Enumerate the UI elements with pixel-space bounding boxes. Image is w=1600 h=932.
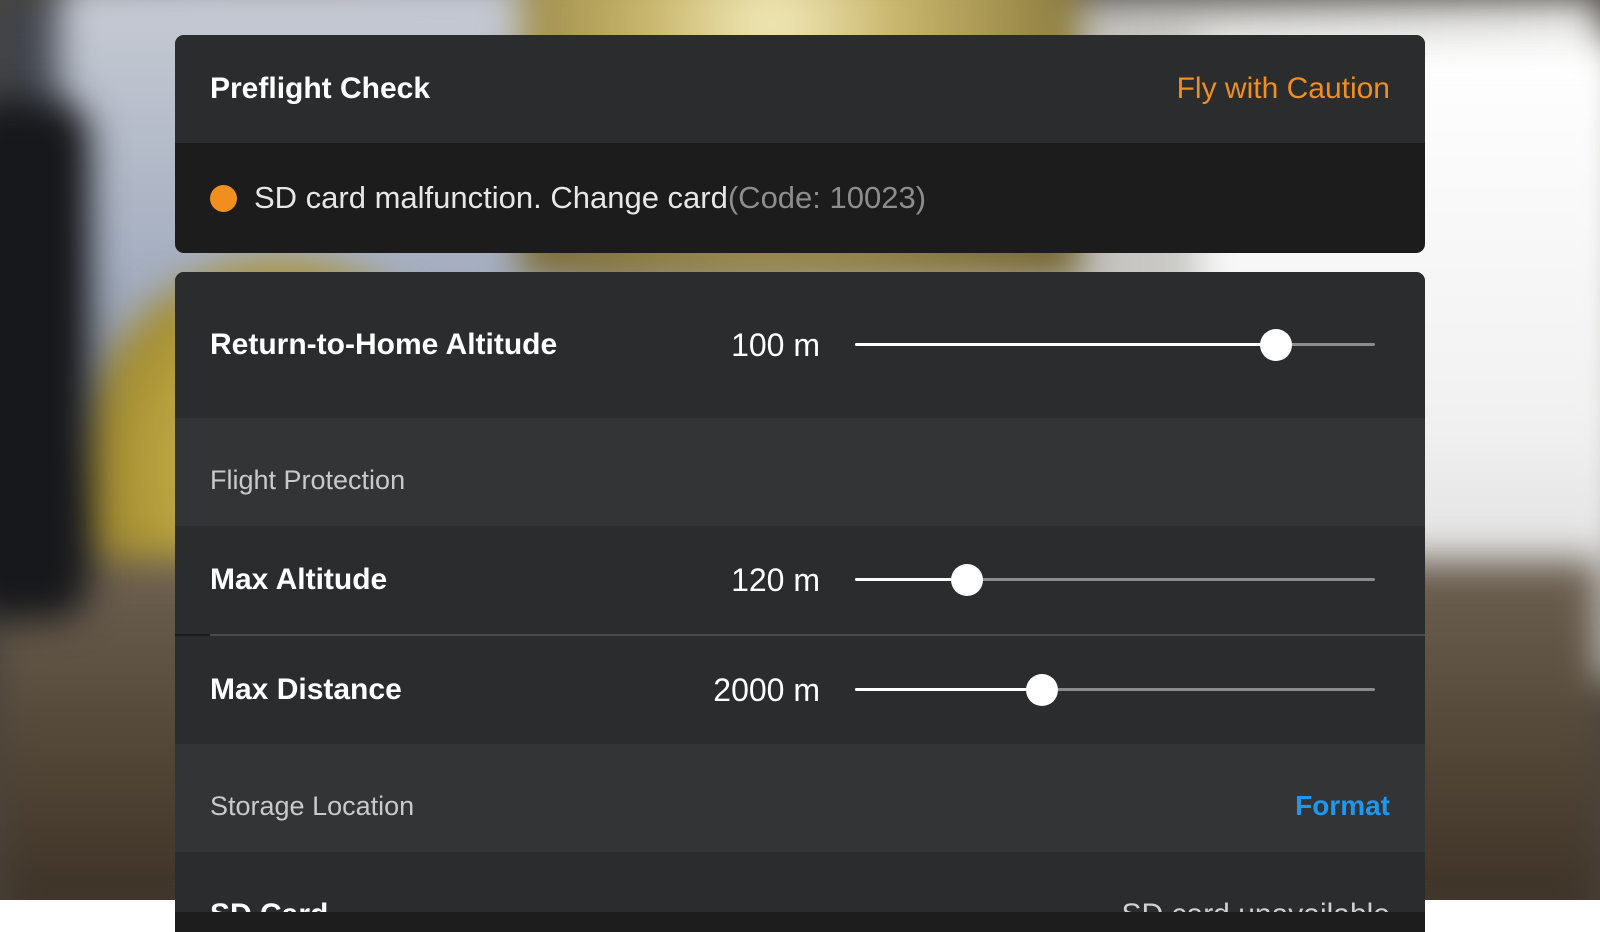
flight-protection-header: Flight Protection [175,418,1425,526]
flight-protection-title: Flight Protection [210,465,406,495]
sd-card-label: SD Card [210,898,328,912]
flight-status: Fly with Caution [1176,72,1390,105]
storage-location-title: Storage Location [210,791,415,821]
max-altitude-slider[interactable] [855,564,1375,596]
max-distance-value: 2000 m [713,671,820,708]
warning-message: SD card malfunction. Change card [254,180,728,215]
slider-thumb[interactable] [950,564,983,596]
warning-indicator-icon [210,184,237,212]
preflight-header: Preflight Check Fly with Caution [175,35,1425,143]
format-button[interactable]: Format [1295,790,1390,822]
slider-thumb[interactable] [1026,674,1059,706]
max-altitude-label: Max Altitude [210,563,388,596]
slider-thumb[interactable] [1260,329,1293,361]
flight-settings-panel: Return-to-Home Altitude 100 m Flight Pro… [175,272,1425,932]
sd-card-row[interactable]: SD Card SD card unavailable [175,852,1425,912]
preflight-title: Preflight Check [210,72,431,105]
return-to-home-altitude-row: Return-to-Home Altitude 100 m [175,272,1425,418]
slider-fill [855,343,1277,346]
sd-card-warning[interactable]: SD card malfunction. Change card (Code: … [175,143,1425,253]
warning-code: (Code: 10023) [727,180,927,215]
max-distance-row: Max Distance 2000 m [175,636,1425,744]
sd-card-status: SD card unavailable [1122,898,1391,912]
storage-location-header: Storage Location Format [175,744,1425,852]
max-distance-label: Max Distance [210,673,402,706]
max-altitude-value: 120 m [731,561,820,598]
max-distance-slider[interactable] [855,674,1375,706]
background-dark-object [0,100,90,620]
return-to-home-altitude-label: Return-to-Home Altitude [210,328,558,361]
slider-fill [855,688,1043,691]
return-to-home-altitude-value: 100 m [731,326,820,363]
max-altitude-row: Max Altitude 120 m [175,526,1425,634]
return-to-home-altitude-slider[interactable] [855,329,1375,361]
preflight-check-panel: Preflight Check Fly with Caution SD card… [175,35,1425,253]
